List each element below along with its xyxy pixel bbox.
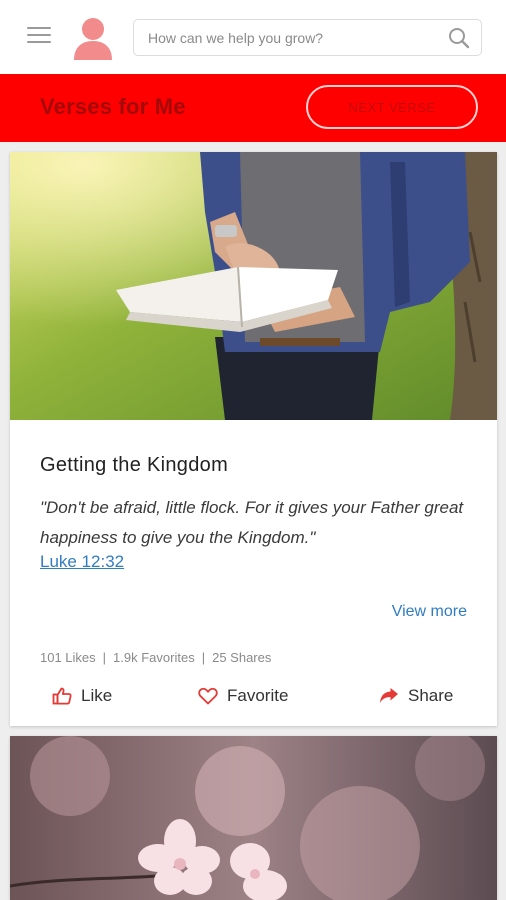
share-button[interactable]: Share: [379, 684, 453, 708]
stats-separator: |: [102, 650, 107, 665]
user-avatar-icon[interactable]: [72, 16, 114, 62]
thumbs-up-icon: [52, 687, 72, 705]
heart-outline-icon: [198, 687, 218, 705]
hamburger-menu-icon[interactable]: [27, 27, 51, 47]
favorite-button[interactable]: Favorite: [198, 684, 288, 708]
like-button[interactable]: Like: [52, 684, 112, 708]
verse-card-next: [10, 736, 497, 900]
share-label: Share: [408, 686, 454, 705]
verse-card: Getting the Kingdom "Don't be afraid, li…: [10, 152, 497, 726]
top-bar: [0, 0, 506, 74]
next-verse-button[interactable]: NEXT VERSE: [306, 85, 478, 129]
verse-image: [10, 152, 497, 420]
search-icon[interactable]: [447, 26, 471, 50]
favorite-label: Favorite: [227, 686, 289, 705]
section-banner: Verses for Me NEXT VERSE: [0, 74, 506, 142]
stats-separator: |: [201, 650, 206, 665]
verse-stats: 101 Likes | 1.9k Favorites | 25 Shares: [40, 650, 271, 665]
likes-count: 101 Likes: [40, 650, 96, 665]
verse-quote: "Don't be afraid, little flock. For it g…: [40, 498, 464, 547]
favorites-count: 1.9k Favorites: [113, 650, 195, 665]
verse-title: Getting the Kingdom: [40, 454, 229, 476]
banner-title: Verses for Me: [40, 94, 186, 119]
verse-reference-link[interactable]: Luke 12:32: [40, 552, 124, 572]
share-arrow-icon: [380, 688, 398, 703]
search-input[interactable]: [148, 20, 438, 55]
verse-image-next: [10, 736, 497, 900]
like-label: Like: [81, 686, 113, 705]
shares-count: 25 Shares: [212, 650, 272, 665]
view-more-link[interactable]: View more: [392, 603, 467, 621]
search-box: [133, 19, 482, 56]
